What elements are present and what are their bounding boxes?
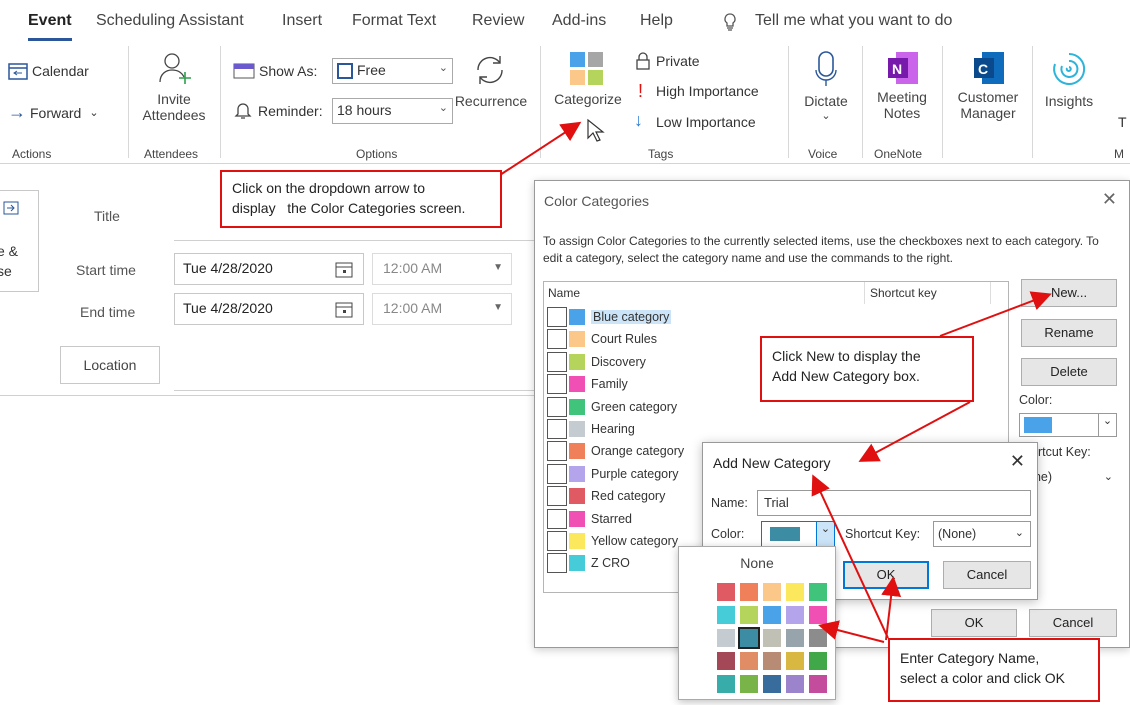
callout-arrow [881, 576, 902, 641]
callout-dropdown-line-2: display the Color Categories screen. [232, 200, 466, 217]
callout-new-line-1: Click New to display the [772, 348, 921, 364]
callout-enter-line-2: select a color and click OK [900, 670, 1065, 687]
callout-dropdown: Click on the dropdown arrow to display t… [220, 170, 502, 228]
callout-arrow [858, 401, 971, 462]
callout-enter: Enter Category Name, select a color and … [888, 638, 1100, 702]
callout-arrow [811, 474, 889, 639]
callout-new-line-2: Add New Category box. [772, 368, 920, 385]
callout-new: Click New to display the Add New Categor… [760, 336, 974, 402]
callout-dropdown-line-1: Click on the dropdown arrow to [232, 180, 425, 196]
callout-enter-line-1: Enter Category Name, [900, 650, 1040, 666]
callout-arrow [499, 121, 582, 176]
callout-arrow [939, 291, 1052, 337]
callout-arrow [818, 620, 885, 643]
